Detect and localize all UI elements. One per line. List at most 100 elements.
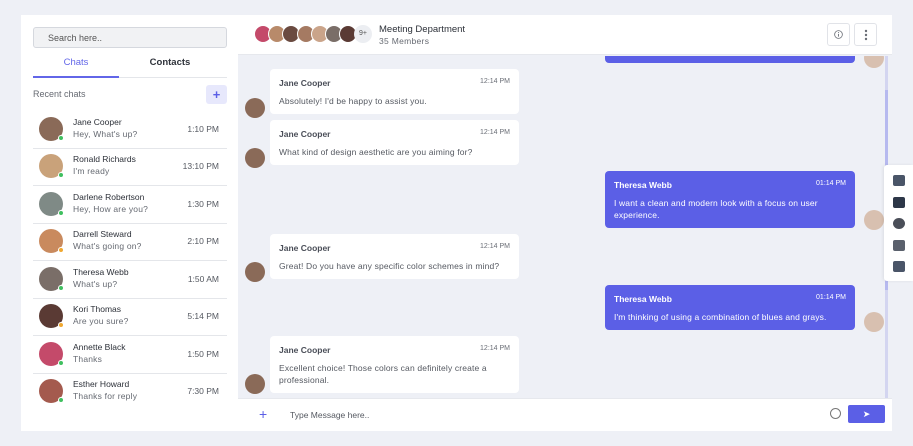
- contact-item[interactable]: Esther Howard Thanks for reply 7:30 PM: [33, 373, 227, 411]
- message-list: Jane Cooper 12:14 PM Absolutely! I'd be …: [238, 56, 888, 398]
- message-time: 12:14 PM: [480, 129, 510, 136]
- status-dot: [58, 135, 64, 141]
- tab-chats[interactable]: Chats: [33, 57, 119, 68]
- message-sender: Jane Cooper: [279, 243, 331, 253]
- message-input[interactable]: Type Message here..: [290, 410, 369, 420]
- contact-item[interactable]: Ronald Richards I'm ready 13:10 PM: [33, 148, 227, 186]
- contact-last-message: Thanks: [73, 354, 103, 364]
- message-bubble-incoming: Jane Cooper 12:14 PM Excellent choice! T…: [270, 336, 519, 393]
- message-bubble-incoming: Jane Cooper 12:14 PM What kind of design…: [270, 120, 519, 165]
- message-time: 12:14 PM: [480, 345, 510, 352]
- contact-time: 1:10 PM: [187, 124, 219, 134]
- more-members-badge[interactable]: 9+: [354, 25, 372, 43]
- contact-time: 1:50 PM: [187, 349, 219, 359]
- contact-name: Annette Black: [73, 342, 126, 352]
- avatar: [245, 98, 265, 118]
- status-dot: [58, 322, 64, 328]
- status-dot: [58, 397, 64, 403]
- message-bubble-outgoing: Theresa Webb 01:14 PM I want a clean and…: [605, 171, 855, 228]
- group-title: Meeting Department: [379, 24, 466, 35]
- chat-header: 9+ Meeting Department 35 Members: [238, 15, 892, 55]
- avatar: [245, 374, 265, 394]
- contact-item[interactable]: Jane Cooper Hey, What's up? 1:10 PM: [33, 111, 227, 149]
- search-input[interactable]: Search here..: [33, 27, 227, 48]
- contact-name: Esther Howard: [73, 379, 130, 389]
- avatar: [864, 56, 884, 68]
- side-toolbar: [884, 165, 913, 281]
- message-sender: Theresa Webb: [614, 180, 672, 190]
- contact-name: Kori Thomas: [73, 304, 122, 314]
- group-member-count: 35 Members: [379, 36, 430, 46]
- settings-icon[interactable]: [893, 218, 905, 229]
- message-time: 01:14 PM: [816, 180, 846, 187]
- chat-tabs: Chats Contacts: [33, 55, 227, 78]
- message-text-line: professional.: [279, 375, 330, 385]
- contact-last-message: What's up?: [73, 279, 118, 289]
- contact-time: 1:50 AM: [187, 274, 219, 284]
- more-options-button[interactable]: [854, 23, 877, 46]
- contact-item[interactable]: Darrell Steward What's going on? 2:10 PM: [33, 223, 227, 261]
- contact-item[interactable]: Kori Thomas Are you sure? 5:14 PM: [33, 298, 227, 336]
- contact-last-message: Thanks for reply: [73, 391, 138, 401]
- contact-item[interactable]: Annette Black Thanks 1:50 PM: [33, 336, 227, 374]
- contact-name: Darrell Steward: [73, 229, 132, 239]
- avatar: [245, 262, 265, 282]
- contact-name: Darlene Robertson: [73, 192, 145, 202]
- grid-icon[interactable]: [893, 240, 905, 251]
- contact-time: 1:30 PM: [187, 199, 219, 209]
- contact-name: Theresa Webb: [73, 267, 129, 277]
- message-text: I want a clean and modern look with a fo…: [614, 197, 818, 221]
- info-button[interactable]: [827, 23, 850, 46]
- message-text: I'm thinking of using a combination of b…: [614, 312, 827, 322]
- hat-icon[interactable]: [893, 197, 905, 208]
- contact-last-message: Are you sure?: [73, 316, 129, 326]
- recent-chats-title: Recent chats: [33, 89, 86, 99]
- contact-last-message: I'm ready: [73, 166, 110, 176]
- message-bubble-outgoing: [605, 56, 855, 63]
- active-tab-indicator: [33, 76, 119, 78]
- message-sender: Theresa Webb: [614, 294, 672, 304]
- emoji-icon[interactable]: [830, 408, 841, 419]
- contact-name: Ronald Richards: [73, 154, 136, 164]
- tab-contacts[interactable]: Contacts: [127, 57, 213, 68]
- status-dot: [58, 247, 64, 253]
- message-sender: Jane Cooper: [279, 78, 331, 88]
- contact-last-message: Hey, What's up?: [73, 129, 138, 139]
- message-bubble-incoming: Jane Cooper 12:14 PM Great! Do you have …: [270, 234, 519, 279]
- message-bubble-incoming: Jane Cooper 12:14 PM Absolutely! I'd be …: [270, 69, 519, 114]
- contact-last-message: What's going on?: [73, 241, 142, 251]
- info-icon: [834, 30, 843, 39]
- contact-last-message: Hey, How are you?: [73, 204, 149, 214]
- contact-item[interactable]: Theresa Webb What's up? 1:50 AM: [33, 261, 227, 299]
- contact-item[interactable]: Darlene Robertson Hey, How are you? 1:30…: [33, 186, 227, 224]
- status-dot: [58, 360, 64, 366]
- message-time: 12:14 PM: [480, 243, 510, 250]
- contact-time: 7:30 PM: [187, 386, 219, 396]
- new-chat-button[interactable]: +: [206, 85, 227, 104]
- message-sender: Jane Cooper: [279, 129, 331, 139]
- message-time: 12:14 PM: [480, 78, 510, 85]
- message-time: 01:14 PM: [816, 294, 846, 301]
- chat-sidebar: Search here.. Chats Contacts Recent chat…: [21, 15, 238, 431]
- basket-icon[interactable]: [893, 261, 905, 272]
- message-text-line: experience.: [614, 210, 660, 220]
- attach-button[interactable]: +: [259, 406, 267, 422]
- message-text: Excellent choice! Those colors can defin…: [279, 362, 487, 386]
- message-text: Great! Do you have any specific color sc…: [279, 261, 500, 271]
- user-icon[interactable]: [893, 175, 905, 186]
- message-text-line: I want a clean and modern look with a fo…: [614, 198, 818, 208]
- message-sender: Jane Cooper: [279, 345, 331, 355]
- avatar: [245, 148, 265, 168]
- status-dot: [58, 172, 64, 178]
- contact-time: 13:10 PM: [182, 161, 219, 171]
- message-bubble-outgoing: Theresa Webb 01:14 PM I'm thinking of us…: [605, 285, 855, 330]
- send-button[interactable]: ➤: [848, 405, 885, 423]
- contact-time: 5:14 PM: [187, 311, 219, 321]
- kebab-menu-icon: [864, 29, 867, 41]
- message-text: What kind of design aesthetic are you ai…: [279, 147, 473, 157]
- message-text: Absolutely! I'd be happy to assist you.: [279, 96, 427, 106]
- contact-time: 2:10 PM: [187, 236, 219, 246]
- message-composer: + Type Message here.. ➤: [238, 398, 892, 431]
- contact-name: Jane Cooper: [73, 117, 122, 127]
- status-dot: [58, 285, 64, 291]
